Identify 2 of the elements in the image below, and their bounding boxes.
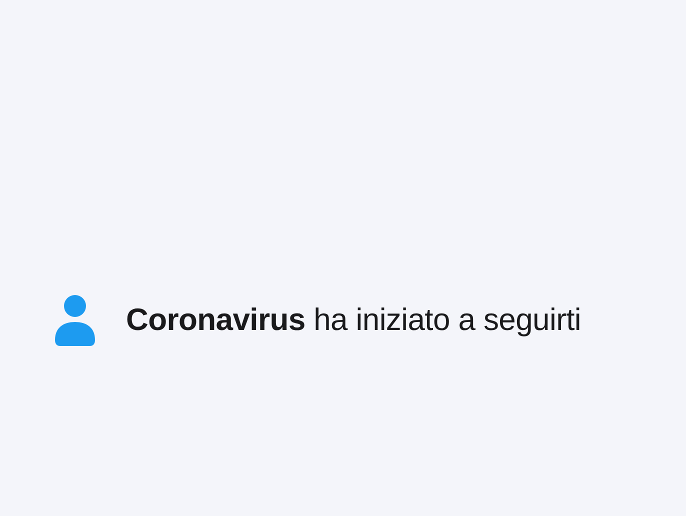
person-icon <box>54 294 96 346</box>
notification-text: Coronavirus ha iniziato a seguirti <box>126 302 581 338</box>
